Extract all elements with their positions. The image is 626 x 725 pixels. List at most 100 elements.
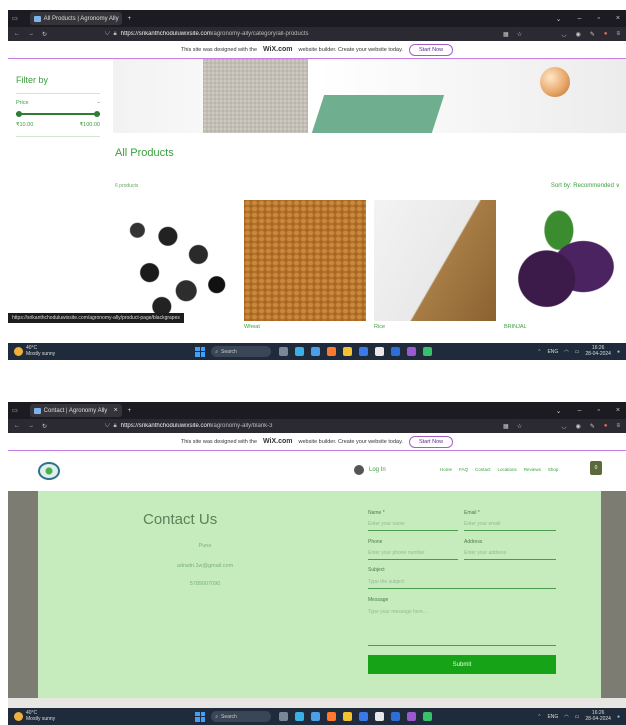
forward-icon[interactable]: →	[28, 31, 34, 37]
name-field[interactable]: Enter your name	[368, 521, 458, 531]
email-field[interactable]: Enter your email	[464, 521, 556, 531]
slider-min-handle[interactable]	[16, 111, 22, 117]
mail-icon[interactable]	[391, 712, 401, 721]
bookmark-star-icon[interactable]: ☆	[517, 423, 522, 430]
submit-button[interactable]: Submit	[368, 655, 556, 674]
qr-icon[interactable]: ▦	[503, 423, 509, 430]
product-name[interactable]: Wheat	[244, 324, 260, 330]
firefox-app-icon[interactable]	[327, 347, 337, 356]
minimize-icon[interactable]: –	[578, 407, 582, 415]
taskbar-search[interactable]: ⌕ Search	[211, 346, 272, 357]
menu-item-faq[interactable]: FAQ	[459, 467, 468, 472]
weather-widget[interactable]: 40°C Mostly sunny	[14, 346, 55, 357]
start-button-icon[interactable]	[195, 346, 206, 357]
firefox-icon[interactable]: ●	[604, 31, 608, 38]
battery-icon[interactable]: ▭	[575, 714, 580, 720]
file-explorer-icon[interactable]	[343, 347, 353, 356]
message-field[interactable]: Type your message here...	[368, 609, 556, 646]
store-icon[interactable]	[359, 347, 369, 356]
menu-item-locations[interactable]: Locations	[498, 467, 517, 472]
product-image-rice[interactable]	[374, 200, 496, 321]
back-icon[interactable]: ←	[14, 31, 20, 37]
new-tab-icon[interactable]: +	[128, 16, 132, 22]
product-image-black-grapes[interactable]	[113, 200, 235, 321]
back-icon[interactable]: ←	[14, 423, 20, 429]
app-icon[interactable]	[375, 712, 385, 721]
mail-icon[interactable]	[391, 347, 401, 356]
slider-max-handle[interactable]	[94, 111, 100, 117]
product-card[interactable]: BRINJAL	[504, 200, 626, 330]
edge-icon[interactable]	[311, 347, 321, 356]
task-view-icon[interactable]	[279, 712, 289, 721]
language-indicator[interactable]: ENG	[547, 349, 558, 355]
firefox-app-icon[interactable]	[327, 712, 337, 721]
reload-icon[interactable]: ↻	[42, 31, 47, 38]
browser-tab[interactable]: Contact | Agronomy Ally ×	[29, 404, 122, 417]
extensions-icon[interactable]: ✎	[590, 31, 595, 38]
cart-icon[interactable]: 0	[590, 461, 602, 475]
menu-item-shop[interactable]: Shop	[548, 467, 559, 472]
store-icon[interactable]	[359, 712, 369, 721]
product-card[interactable]: Wheat	[244, 200, 366, 330]
app-icon[interactable]	[375, 347, 385, 356]
qr-icon[interactable]: ▦	[503, 31, 509, 38]
notification-icon[interactable]: ●	[617, 714, 620, 720]
wifi-icon[interactable]: ◠	[564, 349, 568, 355]
chrome-icon[interactable]	[423, 712, 433, 721]
contact-email[interactable]: adradri.1w@gmail.com	[150, 563, 260, 569]
url-field[interactable]: ⛉ 🔒︎ https://srikanthchoduluwixsite.com /…	[105, 31, 435, 38]
collapse-icon[interactable]: –	[97, 100, 100, 106]
account-icon[interactable]: ◉	[576, 423, 581, 430]
app-icon[interactable]	[407, 347, 417, 356]
subject-field[interactable]: Type the subject	[368, 579, 556, 589]
battery-icon[interactable]: ▭	[575, 349, 580, 355]
clock[interactable]: 16:26 28-04-2024	[585, 345, 611, 357]
product-image-wheat[interactable]	[244, 200, 366, 321]
menu-item-reviews[interactable]: Reviews	[524, 467, 541, 472]
edge-icon[interactable]	[311, 712, 321, 721]
extensions-icon[interactable]: ✎	[590, 423, 595, 430]
weather-widget[interactable]: 40°C Mostly sunny	[14, 711, 55, 722]
product-image-brinjal[interactable]	[504, 200, 626, 321]
task-view-icon[interactable]	[279, 347, 289, 356]
maximize-icon[interactable]: ▫	[597, 15, 599, 23]
product-card[interactable]: Rice	[374, 200, 496, 330]
notification-icon[interactable]: ●	[617, 349, 620, 355]
forward-icon[interactable]: →	[28, 423, 34, 429]
chrome-icon[interactable]	[423, 347, 433, 356]
pocket-icon[interactable]: ◡	[561, 31, 566, 38]
start-button-icon[interactable]	[195, 711, 206, 722]
price-range-slider[interactable]	[16, 110, 100, 118]
product-card[interactable]	[113, 200, 235, 321]
close-tab-icon[interactable]: ×	[114, 407, 118, 414]
tab-menu-chevron-icon[interactable]: ⌄	[556, 15, 562, 23]
menu-icon[interactable]: ≡	[616, 31, 620, 38]
firefox-icon[interactable]: ●	[604, 423, 608, 430]
site-logo[interactable]	[38, 462, 60, 480]
close-window-icon[interactable]: ×	[616, 407, 620, 415]
sort-dropdown[interactable]: Sort by: Recommended ∨	[551, 182, 620, 189]
start-now-button[interactable]: Start Now	[408, 43, 454, 56]
product-name[interactable]: Rice	[374, 324, 385, 330]
language-indicator[interactable]: ENG	[547, 714, 558, 720]
tab-list-icon[interactable]: ▭	[12, 407, 18, 414]
account-icon[interactable]: ◉	[576, 31, 581, 38]
reload-icon[interactable]: ↻	[42, 423, 47, 430]
clock[interactable]: 16:26 28-04-2024	[585, 710, 611, 722]
price-filter-header[interactable]: Price –	[16, 100, 100, 106]
pocket-icon[interactable]: ◡	[561, 423, 566, 430]
new-tab-icon[interactable]: +	[128, 408, 132, 414]
widgets-icon[interactable]	[295, 712, 305, 721]
url-field[interactable]: ⛉ 🔒︎ https://srikanthchoduluwixsite.com /…	[105, 423, 435, 430]
menu-item-home[interactable]: Home	[440, 467, 452, 472]
start-now-button[interactable]: Start Now	[408, 435, 454, 448]
menu-icon[interactable]: ≡	[616, 423, 620, 430]
phone-field[interactable]: Enter your phone number	[368, 550, 458, 560]
file-explorer-icon[interactable]	[343, 712, 353, 721]
close-window-icon[interactable]: ×	[616, 15, 620, 23]
tab-menu-chevron-icon[interactable]: ⌄	[556, 407, 562, 415]
browser-tab[interactable]: All Products | Agronomy Ally ×	[29, 12, 122, 25]
taskbar-search[interactable]: ⌕ Search	[211, 711, 272, 722]
wifi-icon[interactable]: ◠	[564, 714, 568, 720]
menu-item-contact[interactable]: Contact	[475, 467, 491, 472]
